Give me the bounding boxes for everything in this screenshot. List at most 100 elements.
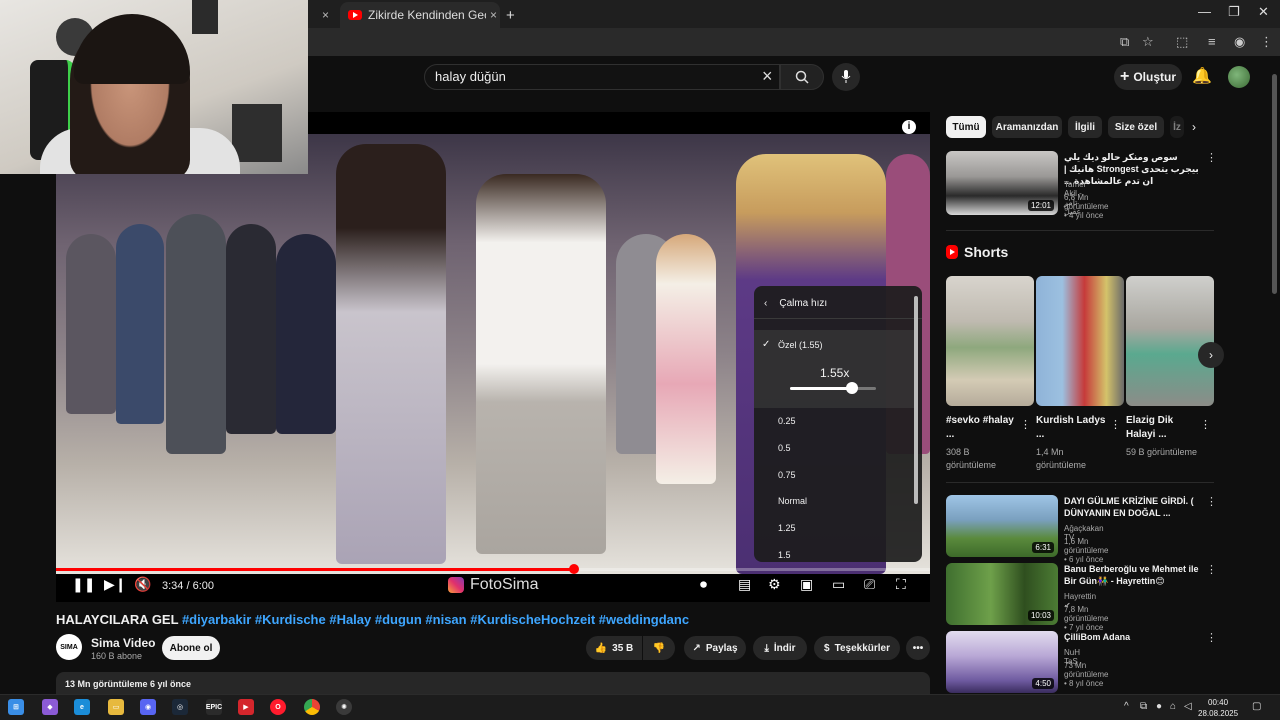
short-thumbnail[interactable] [1126, 276, 1214, 406]
tray-app-icon[interactable]: ⧉ [1140, 701, 1147, 712]
more-vert-icon[interactable]: ⋮ [1206, 631, 1217, 644]
video-title[interactable]: ÇilliBom Adana [1064, 631, 1202, 643]
speed-option[interactable]: 0.75 [778, 470, 796, 480]
description-box[interactable]: 13 Mn görüntüleme 6 yıl önce [56, 672, 930, 694]
page-scrollbar[interactable] [1270, 64, 1278, 694]
channel-name[interactable]: Sima Video [91, 636, 155, 650]
short-thumbnail[interactable] [946, 276, 1034, 406]
cast-icon[interactable]: ⎚ [864, 576, 875, 593]
short-title[interactable]: Elazig Dik Halayi ... [1126, 414, 1196, 442]
more-vert-icon[interactable]: ⋮ [1206, 495, 1217, 508]
subscribe-button[interactable]: Abone ol [162, 636, 220, 660]
miniplayer-icon[interactable]: ▣ [800, 576, 813, 593]
chip-for-you[interactable]: Size özel [1108, 116, 1164, 138]
speed-option[interactable]: 1.25 [778, 523, 796, 533]
file-explorer-icon[interactable]: ▭ [108, 699, 124, 715]
discord-icon[interactable]: ◉ [140, 699, 156, 715]
info-icon[interactable]: i [902, 120, 916, 134]
short-title[interactable]: #sevko #halay ... [946, 414, 1016, 442]
volume-icon[interactable]: ◁ [1184, 701, 1192, 712]
channel-avatar[interactable]: SIMA [56, 634, 82, 660]
minimize-button[interactable]: — [1198, 4, 1211, 19]
thanks-button[interactable]: $ Teşekkürler [814, 636, 900, 660]
browser-menu-icon[interactable]: ⋮ [1260, 34, 1273, 50]
video-thumbnail[interactable]: 6:31 [946, 495, 1058, 557]
settings-gear-icon[interactable]: ⚙ [768, 576, 781, 593]
more-vert-icon[interactable]: ⋮ [1200, 418, 1211, 431]
media-app-icon[interactable]: ▶ [238, 699, 254, 715]
video-title[interactable]: DAYI GÜLME KRİZİNE GİRDİ. ( DÜNYANIN EN … [1064, 495, 1202, 519]
video-thumbnail[interactable]: 10:03 [946, 563, 1058, 625]
fullscreen-icon[interactable]: ⛶ [896, 576, 906, 593]
chip-related[interactable]: İlgili [1068, 116, 1102, 138]
taskbar-clock[interactable]: 00:40 28.08.2025 [1198, 697, 1238, 719]
more-vert-icon[interactable]: ⋮ [1110, 418, 1121, 431]
bookmark-star-icon[interactable]: ☆ [1142, 34, 1154, 50]
install-icon[interactable]: ⧉ [1120, 34, 1129, 50]
browser-tab-active[interactable]: Zikirde Kendinden Geçen Kadı × [340, 2, 500, 28]
copilot-icon[interactable]: ◆ [42, 699, 58, 715]
close-tab-icon[interactable]: × [490, 8, 497, 22]
chip-all[interactable]: Tümü [946, 116, 986, 138]
new-tab-button[interactable]: + [506, 2, 515, 28]
chevron-right-icon[interactable]: › [1192, 120, 1196, 134]
windows-start-icon[interactable]: ⊞ [8, 699, 24, 715]
maximize-button[interactable]: ❐ [1228, 4, 1240, 20]
more-vert-icon[interactable]: ⋮ [1020, 418, 1031, 431]
dislike-button[interactable]: 👎 [643, 636, 675, 660]
close-window-button[interactable]: ✕ [1258, 4, 1269, 20]
speed-menu-header[interactable]: ‹ Çalma hızı [764, 298, 827, 309]
video-title-hashtags[interactable]: #diyarbakir #Kurdische #Halay #dugun #ni… [182, 612, 689, 627]
speed-option[interactable]: 1.5 [778, 550, 791, 560]
steam-icon[interactable]: ◎ [172, 699, 188, 715]
share-button[interactable]: ↗ Paylaş [684, 636, 746, 660]
next-icon[interactable]: ▶❙ [104, 576, 127, 593]
voice-search-button[interactable] [832, 63, 860, 91]
short-thumbnail[interactable] [1036, 276, 1124, 406]
speed-option[interactable]: 0.25 [778, 416, 796, 426]
chip-from-search[interactable]: Aramanızdan [992, 116, 1062, 138]
browser-tab-first[interactable]: × [322, 2, 329, 28]
speed-option[interactable]: 0.5 [778, 443, 791, 453]
speed-slider[interactable] [790, 387, 876, 390]
tray-chevron-icon[interactable]: ^ [1124, 701, 1129, 712]
search-button[interactable] [780, 64, 824, 90]
autoplay-toggle-icon[interactable]: ⏺ [700, 576, 707, 593]
video-player[interactable]: i ‹ Çalma hızı ✓ Özel (1.55) 1.55x 0.25 … [56, 112, 930, 602]
epic-games-icon[interactable]: EPIC [206, 699, 222, 715]
theater-mode-icon[interactable]: ▭ [832, 576, 845, 593]
progress-bar[interactable] [56, 564, 930, 574]
search-input[interactable]: halay düğün [424, 64, 780, 90]
chip-partial[interactable]: İz [1170, 116, 1184, 138]
scrollbar-thumb[interactable] [1272, 74, 1277, 294]
short-title[interactable]: Kurdish Ladys ... [1036, 414, 1106, 442]
video-thumbnail[interactable]: 4:50 [946, 631, 1058, 693]
network-icon[interactable]: ⌂ [1170, 701, 1176, 712]
notifications-icon[interactable]: ▢ [1252, 701, 1261, 712]
video-thumbnail[interactable]: 12:01 [946, 151, 1058, 215]
edge-icon[interactable]: e [74, 699, 90, 715]
speed-option-normal[interactable]: Normal [778, 496, 807, 506]
more-vert-icon[interactable]: ⋮ [1206, 563, 1217, 576]
media-icon[interactable]: ≡ [1208, 34, 1216, 49]
microphone-icon[interactable]: ● [1156, 701, 1162, 712]
close-tab-icon[interactable]: × [322, 8, 329, 22]
bell-icon[interactable]: 🔔 [1192, 66, 1212, 86]
video-title[interactable]: Banu Berberoğlu ve Mehmet ile Bir Gün👫 -… [1064, 563, 1202, 587]
create-button[interactable]: + Oluştur [1114, 64, 1182, 90]
shorts-next-button[interactable]: › [1198, 342, 1224, 368]
profile-icon[interactable]: ◉ [1234, 34, 1245, 50]
subtitles-icon[interactable]: ▤ [738, 576, 751, 593]
clear-search-icon[interactable]: × [762, 66, 773, 87]
download-button[interactable]: ⤓ İndir [753, 636, 807, 660]
extensions-icon[interactable]: ⬚ [1176, 34, 1188, 50]
opera-icon[interactable]: O [270, 699, 286, 715]
mute-icon[interactable]: 🔇 [134, 576, 151, 593]
more-actions-button[interactable]: ••• [906, 636, 930, 660]
pause-icon[interactable]: ❚❚ [72, 576, 95, 593]
account-avatar[interactable] [1228, 66, 1250, 88]
chatgpt-icon[interactable]: ✺ [336, 699, 352, 715]
speed-slider-handle[interactable] [845, 382, 858, 394]
chrome-icon[interactable] [304, 699, 320, 715]
like-button[interactable]: 👍 35 B [586, 636, 642, 660]
